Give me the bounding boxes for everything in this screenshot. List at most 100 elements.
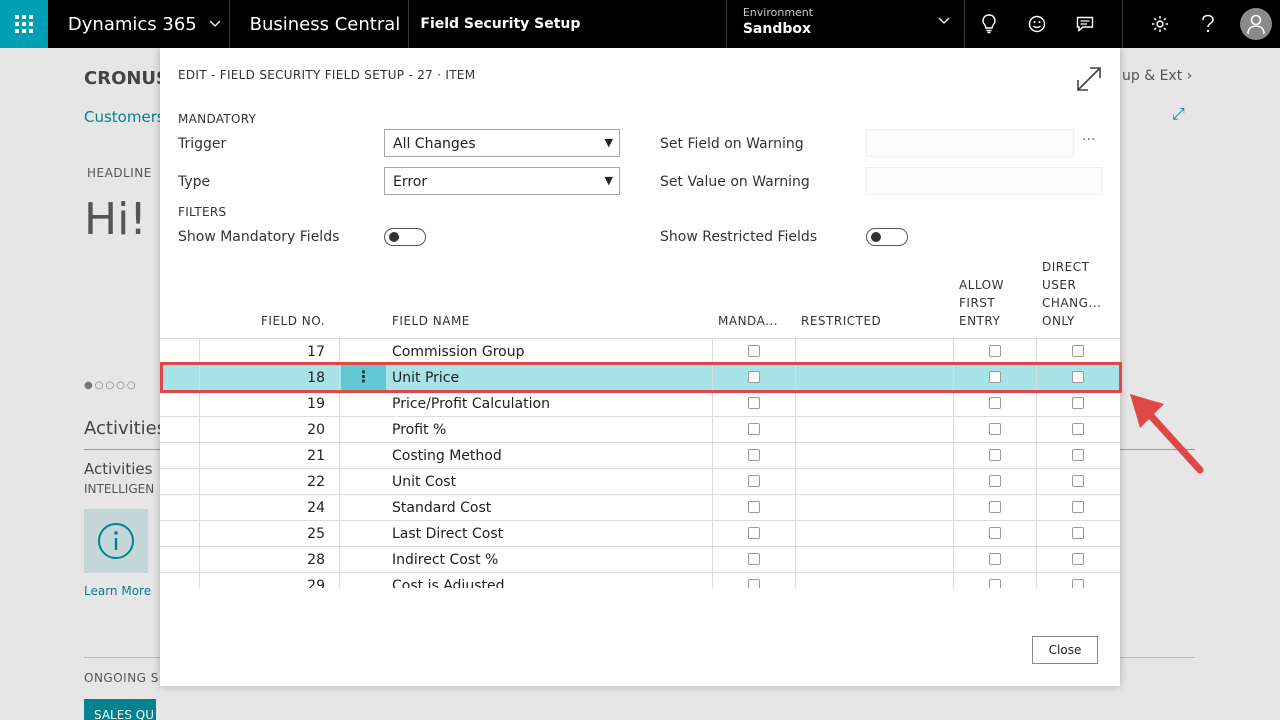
direct-user-change-checkbox[interactable] [1072, 527, 1084, 539]
column-header-direct-user-change-only[interactable]: DIRECT USER CHANG... ONLY [1042, 258, 1101, 330]
ongoing-label: ONGOING S [84, 671, 159, 685]
mandatory-checkbox[interactable] [748, 579, 760, 588]
field-no-cell[interactable]: 21 [200, 443, 325, 469]
allow-first-entry-checkbox[interactable] [989, 475, 1001, 487]
cell-divider [795, 495, 796, 521]
chevron-down-icon [938, 14, 950, 29]
table-row[interactable]: 29 Cost is Adjusted [160, 573, 1120, 588]
headline-label: HEADLINE [87, 166, 152, 180]
divider [1122, 0, 1124, 48]
field-name-cell[interactable]: Cost is Adjusted [392, 573, 712, 588]
cell-divider [712, 391, 713, 417]
allow-first-entry-checkbox[interactable] [989, 449, 1001, 461]
smiley-icon[interactable] [1013, 0, 1061, 48]
column-header-restricted[interactable]: RESTRICTED [801, 312, 881, 330]
trigger-select[interactable]: All Changes ▼ [384, 129, 620, 157]
allow-first-entry-checkbox[interactable] [989, 423, 1001, 435]
direct-user-change-checkbox[interactable] [1072, 553, 1084, 565]
field-no-cell[interactable]: 29 [200, 573, 325, 588]
filters-section-heading: FILTERS [178, 205, 227, 219]
activities-heading: Activities [84, 418, 167, 439]
field-name-cell[interactable]: Costing Method [392, 443, 712, 469]
field-no-cell[interactable]: 24 [200, 495, 325, 521]
app-launcher-button[interactable] [0, 0, 48, 48]
column-header-field-name[interactable]: FIELD NAME [392, 312, 470, 330]
column-header-field-no[interactable]: FIELD NO. [261, 312, 325, 330]
lookup-ellipsis-icon[interactable]: ··· [1082, 132, 1095, 148]
mandatory-checkbox[interactable] [748, 501, 760, 513]
allow-first-entry-checkbox[interactable] [989, 553, 1001, 565]
mandatory-checkbox[interactable] [748, 527, 760, 539]
show-mandatory-toggle[interactable] [384, 228, 426, 246]
table-row[interactable]: 24 Standard Cost [160, 495, 1120, 521]
help-icon[interactable] [1184, 0, 1232, 48]
cell-divider [1036, 469, 1037, 495]
field-name-cell[interactable]: Profit % [392, 417, 712, 443]
table-row[interactable]: 21 Costing Method [160, 443, 1120, 469]
table-row[interactable]: 22 Unit Cost [160, 469, 1120, 495]
direct-user-change-checkbox[interactable] [1072, 449, 1084, 461]
field-no-cell[interactable]: 25 [200, 521, 325, 547]
table-row[interactable]: 28 Indirect Cost % [160, 547, 1120, 573]
trigger-value: All Changes [393, 136, 476, 152]
direct-user-change-checkbox[interactable] [1072, 423, 1084, 435]
allow-first-entry-checkbox[interactable] [989, 501, 1001, 513]
close-button[interactable]: Close [1032, 636, 1098, 664]
expand-icon[interactable]: ⤢ [1172, 104, 1185, 124]
mandatory-checkbox[interactable] [748, 475, 760, 487]
allow-first-entry-checkbox[interactable] [989, 527, 1001, 539]
cell-divider [339, 521, 340, 547]
table-row[interactable]: 19 Price/Profit Calculation [160, 391, 1120, 417]
mandatory-checkbox[interactable] [748, 345, 760, 357]
cell-divider [1036, 521, 1037, 547]
direct-user-change-checkbox[interactable] [1072, 579, 1084, 588]
direct-user-change-checkbox[interactable] [1072, 397, 1084, 409]
learn-more-link[interactable]: Learn More [84, 584, 151, 598]
field-name-cell[interactable]: Indirect Cost % [392, 547, 712, 573]
setup-link[interactable]: up & Ext › [1122, 68, 1192, 84]
mandatory-checkbox[interactable] [748, 449, 760, 461]
field-name-cell[interactable]: Standard Cost [392, 495, 712, 521]
field-no-cell[interactable]: 28 [200, 547, 325, 573]
lightbulb-icon[interactable] [965, 0, 1013, 48]
field-name-cell[interactable]: Last Direct Cost [392, 521, 712, 547]
sales-quotes-tile[interactable]: SALES QU [84, 699, 156, 720]
field-no-cell[interactable]: 19 [200, 391, 325, 417]
type-select[interactable]: Error ▼ [384, 167, 620, 195]
product-name[interactable]: Business Central [230, 0, 410, 48]
cell-divider [1036, 391, 1037, 417]
field-no-cell[interactable]: 22 [200, 469, 325, 495]
user-avatar[interactable] [1240, 8, 1273, 40]
cell-divider [795, 521, 796, 547]
field-name-cell[interactable]: Unit Cost [392, 469, 712, 495]
show-mandatory-label: Show Mandatory Fields [178, 229, 340, 245]
table-row[interactable]: 25 Last Direct Cost [160, 521, 1120, 547]
carousel-dots[interactable]: ●○○○○ [84, 380, 138, 391]
cell-divider [953, 495, 954, 521]
expand-icon[interactable] [1076, 66, 1102, 92]
environment-selector[interactable]: Environment Sandbox [727, 0, 966, 48]
customers-link[interactable]: Customers [84, 108, 165, 126]
chat-icon[interactable] [1061, 0, 1109, 48]
direct-user-change-checkbox[interactable] [1072, 345, 1084, 357]
show-restricted-toggle[interactable] [866, 228, 908, 246]
field-no-cell[interactable]: 20 [200, 417, 325, 443]
field-name-cell[interactable]: Price/Profit Calculation [392, 391, 712, 417]
allow-first-entry-checkbox[interactable] [989, 345, 1001, 357]
gear-icon[interactable] [1136, 0, 1184, 48]
table-row[interactable]: 20 Profit % [160, 417, 1120, 443]
mandatory-checkbox[interactable] [748, 397, 760, 409]
info-tile[interactable] [84, 509, 148, 573]
suite-menu[interactable]: Dynamics 365 [48, 0, 230, 48]
set-field-input[interactable] [866, 129, 1074, 157]
direct-user-change-checkbox[interactable] [1072, 475, 1084, 487]
allow-first-entry-checkbox[interactable] [989, 397, 1001, 409]
mandatory-checkbox[interactable] [748, 423, 760, 435]
activities-subheading: Activities [84, 460, 153, 478]
column-header-allow-first-entry[interactable]: ALLOW FIRST ENTRY [959, 276, 1004, 330]
allow-first-entry-checkbox[interactable] [989, 579, 1001, 588]
mandatory-checkbox[interactable] [748, 553, 760, 565]
set-value-input[interactable] [866, 167, 1102, 195]
direct-user-change-checkbox[interactable] [1072, 501, 1084, 513]
column-header-mandatory[interactable]: MANDA... [718, 312, 778, 330]
